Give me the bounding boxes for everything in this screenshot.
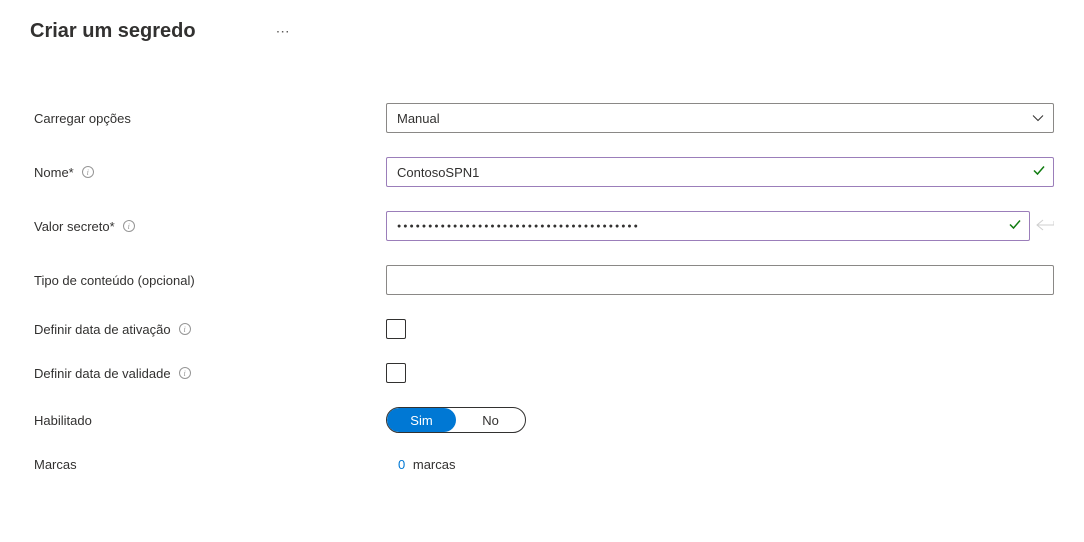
- activation-date-checkbox[interactable]: [386, 319, 406, 339]
- info-icon[interactable]: i: [82, 166, 94, 178]
- row-upload-options: Carregar opções: [34, 103, 1054, 133]
- page-title: Criar um segredo: [30, 20, 196, 43]
- info-icon[interactable]: i: [179, 367, 191, 379]
- upload-options-select-wrap: [386, 103, 1054, 133]
- control-name: [386, 157, 1054, 187]
- create-secret-form: Carregar opções Nome* i: [30, 103, 1054, 472]
- toggle-no[interactable]: No: [456, 408, 525, 432]
- row-secret-value: Valor secreto* i: [34, 211, 1054, 241]
- row-name: Nome* i: [34, 157, 1054, 187]
- label-name: Nome* i: [34, 165, 386, 180]
- check-icon: [1008, 218, 1022, 235]
- label-text-content-type: Tipo de conteúdo (opcional): [34, 273, 195, 288]
- name-input[interactable]: [386, 157, 1054, 187]
- control-content-type: [386, 265, 1054, 295]
- control-secret-value: [386, 211, 1054, 241]
- arrow-left-icon: [1036, 219, 1054, 234]
- label-enabled: Habilitado: [34, 413, 386, 428]
- tags-count: 0: [398, 457, 405, 472]
- label-secret-value: Valor secreto* i: [34, 219, 386, 234]
- label-text-secret-value: Valor secreto*: [34, 219, 115, 234]
- secret-value-input-wrap: [386, 211, 1030, 241]
- label-tags: Marcas: [34, 457, 386, 472]
- row-tags: Marcas 0 marcas: [34, 457, 1054, 472]
- label-text-activation-date: Definir data de ativação: [34, 322, 171, 337]
- upload-options-select[interactable]: [386, 103, 1054, 133]
- info-icon[interactable]: i: [179, 323, 191, 335]
- control-enabled: Sim No: [386, 407, 1054, 433]
- label-text-upload-options: Carregar opções: [34, 111, 131, 126]
- label-text-enabled: Habilitado: [34, 413, 92, 428]
- label-upload-options: Carregar opções: [34, 111, 386, 126]
- content-type-input[interactable]: [386, 265, 1054, 295]
- row-activation-date: Definir data de ativação i: [34, 319, 1054, 339]
- toggle-yes[interactable]: Sim: [387, 408, 456, 432]
- row-content-type: Tipo de conteúdo (opcional): [34, 265, 1054, 295]
- label-content-type: Tipo de conteúdo (opcional): [34, 273, 386, 288]
- check-icon: [1032, 164, 1046, 181]
- enabled-toggle[interactable]: Sim No: [386, 407, 526, 433]
- label-text-expiration-date: Definir data de validade: [34, 366, 171, 381]
- label-text-name: Nome*: [34, 165, 74, 180]
- tags-link[interactable]: 0 marcas: [398, 457, 455, 472]
- control-upload-options: [386, 103, 1054, 133]
- more-options-icon[interactable]: ⋯: [276, 23, 291, 40]
- control-expiration-date: [386, 363, 1054, 383]
- expiration-date-checkbox[interactable]: [386, 363, 406, 383]
- control-tags: 0 marcas: [386, 457, 1054, 472]
- label-text-tags: Marcas: [34, 457, 77, 472]
- name-input-wrap: [386, 157, 1054, 187]
- page-header: Criar um segredo ⋯: [30, 20, 1054, 43]
- secret-value-input[interactable]: [386, 211, 1030, 241]
- label-activation-date: Definir data de ativação i: [34, 322, 386, 337]
- label-expiration-date: Definir data de validade i: [34, 366, 386, 381]
- control-activation-date: [386, 319, 1054, 339]
- tags-word: marcas: [413, 457, 456, 472]
- row-enabled: Habilitado Sim No: [34, 407, 1054, 433]
- row-expiration-date: Definir data de validade i: [34, 363, 1054, 383]
- info-icon[interactable]: i: [123, 220, 135, 232]
